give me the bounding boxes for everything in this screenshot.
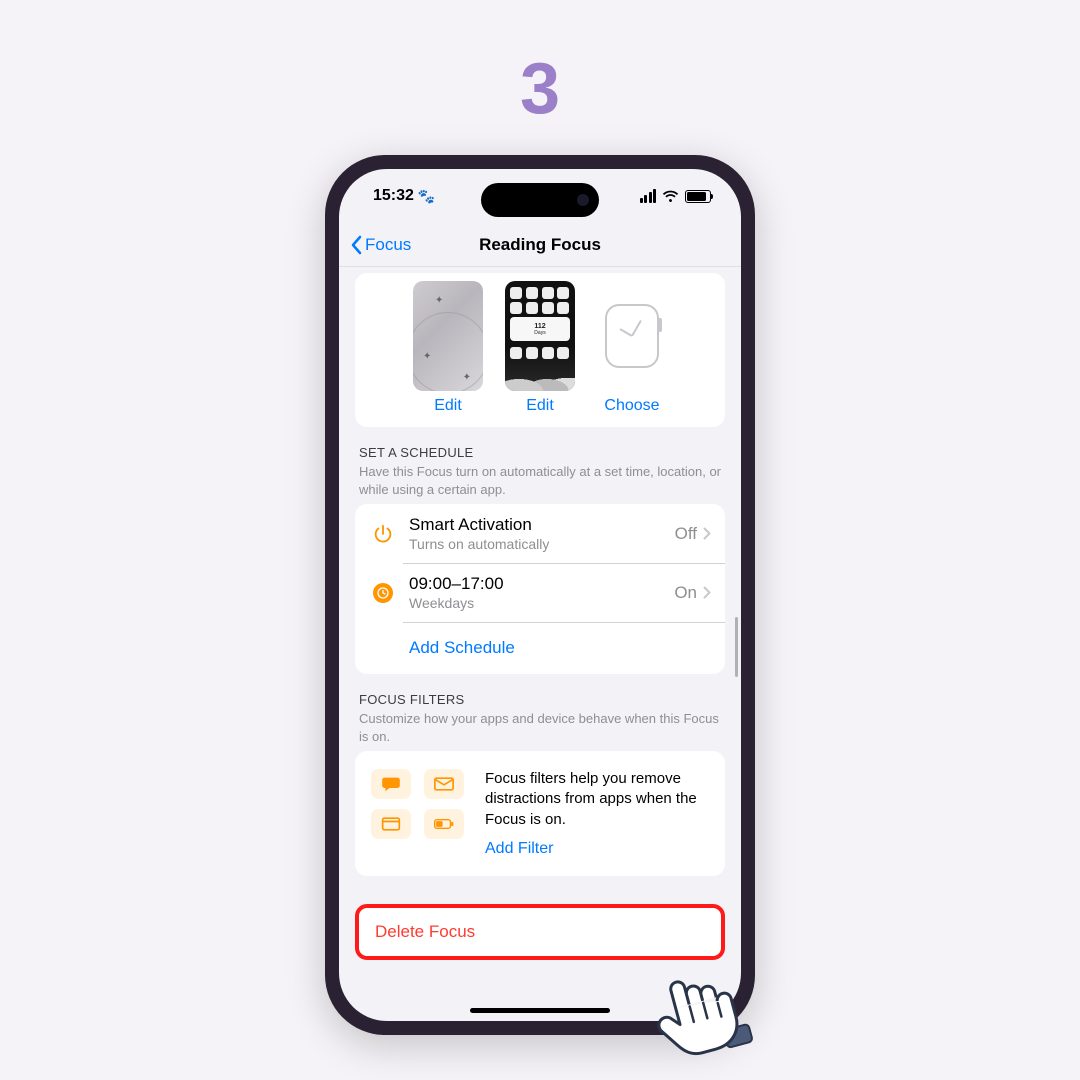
content-area[interactable]: ✦ ✦ ✦ Edit 112Days Edit [339,267,741,1021]
time-schedule-title: 09:00–17:00 [409,574,674,594]
time-schedule-row[interactable]: 09:00–17:00 Weekdays On [355,563,725,622]
smart-activation-row[interactable]: Smart Activation Turns on automatically … [355,504,725,563]
watch-choose-link[interactable]: Choose [604,397,659,415]
filters-section-header: FOCUS FILTERS Customize how your apps an… [355,674,725,751]
phone-screen: 15:32 🐾 Focus Reading Focus ✦ [339,169,741,1021]
wifi-icon [662,190,679,203]
filters-icon-grid [371,769,467,839]
cellular-signal-icon [640,189,657,203]
smart-activation-value: Off [675,524,697,544]
tap-cursor-icon [640,954,760,1074]
phone-frame: 15:32 🐾 Focus Reading Focus ✦ [325,155,755,1035]
home-screen-edit-link[interactable]: Edit [526,397,554,415]
watch-thumbnail [597,281,667,391]
filters-header-desc: Customize how your apps and device behav… [359,710,721,745]
status-time: 15:32 [373,187,414,205]
watch-face-item[interactable]: Choose [597,281,667,415]
smart-activation-title: Smart Activation [409,515,675,535]
schedule-section-header: SET A SCHEDULE Have this Focus turn on a… [355,427,725,504]
power-icon [369,520,397,548]
delete-section: Delete Focus [355,904,725,960]
lock-screen-item[interactable]: ✦ ✦ ✦ Edit [413,281,483,415]
back-button[interactable]: Focus [349,235,411,255]
lock-screen-edit-link[interactable]: Edit [434,397,462,415]
chevron-left-icon [349,235,363,255]
delete-focus-button[interactable]: Delete Focus [355,904,725,960]
time-schedule-value: On [674,583,697,603]
add-filter-link[interactable]: Add Filter [485,840,709,858]
time-schedule-sub: Weekdays [409,595,674,611]
battery-filter-icon [424,809,464,839]
battery-icon [685,190,711,203]
messages-filter-icon [371,769,411,799]
add-schedule-link: Add Schedule [409,638,711,658]
filters-header-title: FOCUS FILTERS [359,692,721,707]
home-screen-item[interactable]: 112Days Edit [505,281,575,415]
calendar-filter-icon [371,809,411,839]
schedule-header-title: SET A SCHEDULE [359,445,721,460]
status-paw-icon: 🐾 [418,188,435,205]
schedule-group: Smart Activation Turns on automatically … [355,504,725,674]
mail-filter-icon [424,769,464,799]
customize-screens-card: ✦ ✦ ✦ Edit 112Days Edit [355,273,725,427]
page-title: Reading Focus [479,235,601,255]
scroll-indicator[interactable] [735,617,738,677]
schedule-header-desc: Have this Focus turn on automatically at… [359,463,721,498]
navigation-bar: Focus Reading Focus [339,223,741,267]
home-screen-thumbnail: 112Days [505,281,575,391]
back-label: Focus [365,235,411,255]
focus-filters-card[interactable]: Focus filters help you remove distractio… [355,751,725,876]
dynamic-island [481,183,599,217]
home-indicator[interactable] [470,1008,610,1013]
filters-body-text: Focus filters help you remove distractio… [485,769,709,830]
chevron-right-icon [703,527,711,540]
step-number: 3 [520,48,560,130]
add-schedule-row[interactable]: Add Schedule [355,622,725,674]
clock-icon [373,583,393,603]
lock-screen-thumbnail: ✦ ✦ ✦ [413,281,483,391]
chevron-right-icon [703,586,711,599]
smart-activation-sub: Turns on automatically [409,536,675,552]
